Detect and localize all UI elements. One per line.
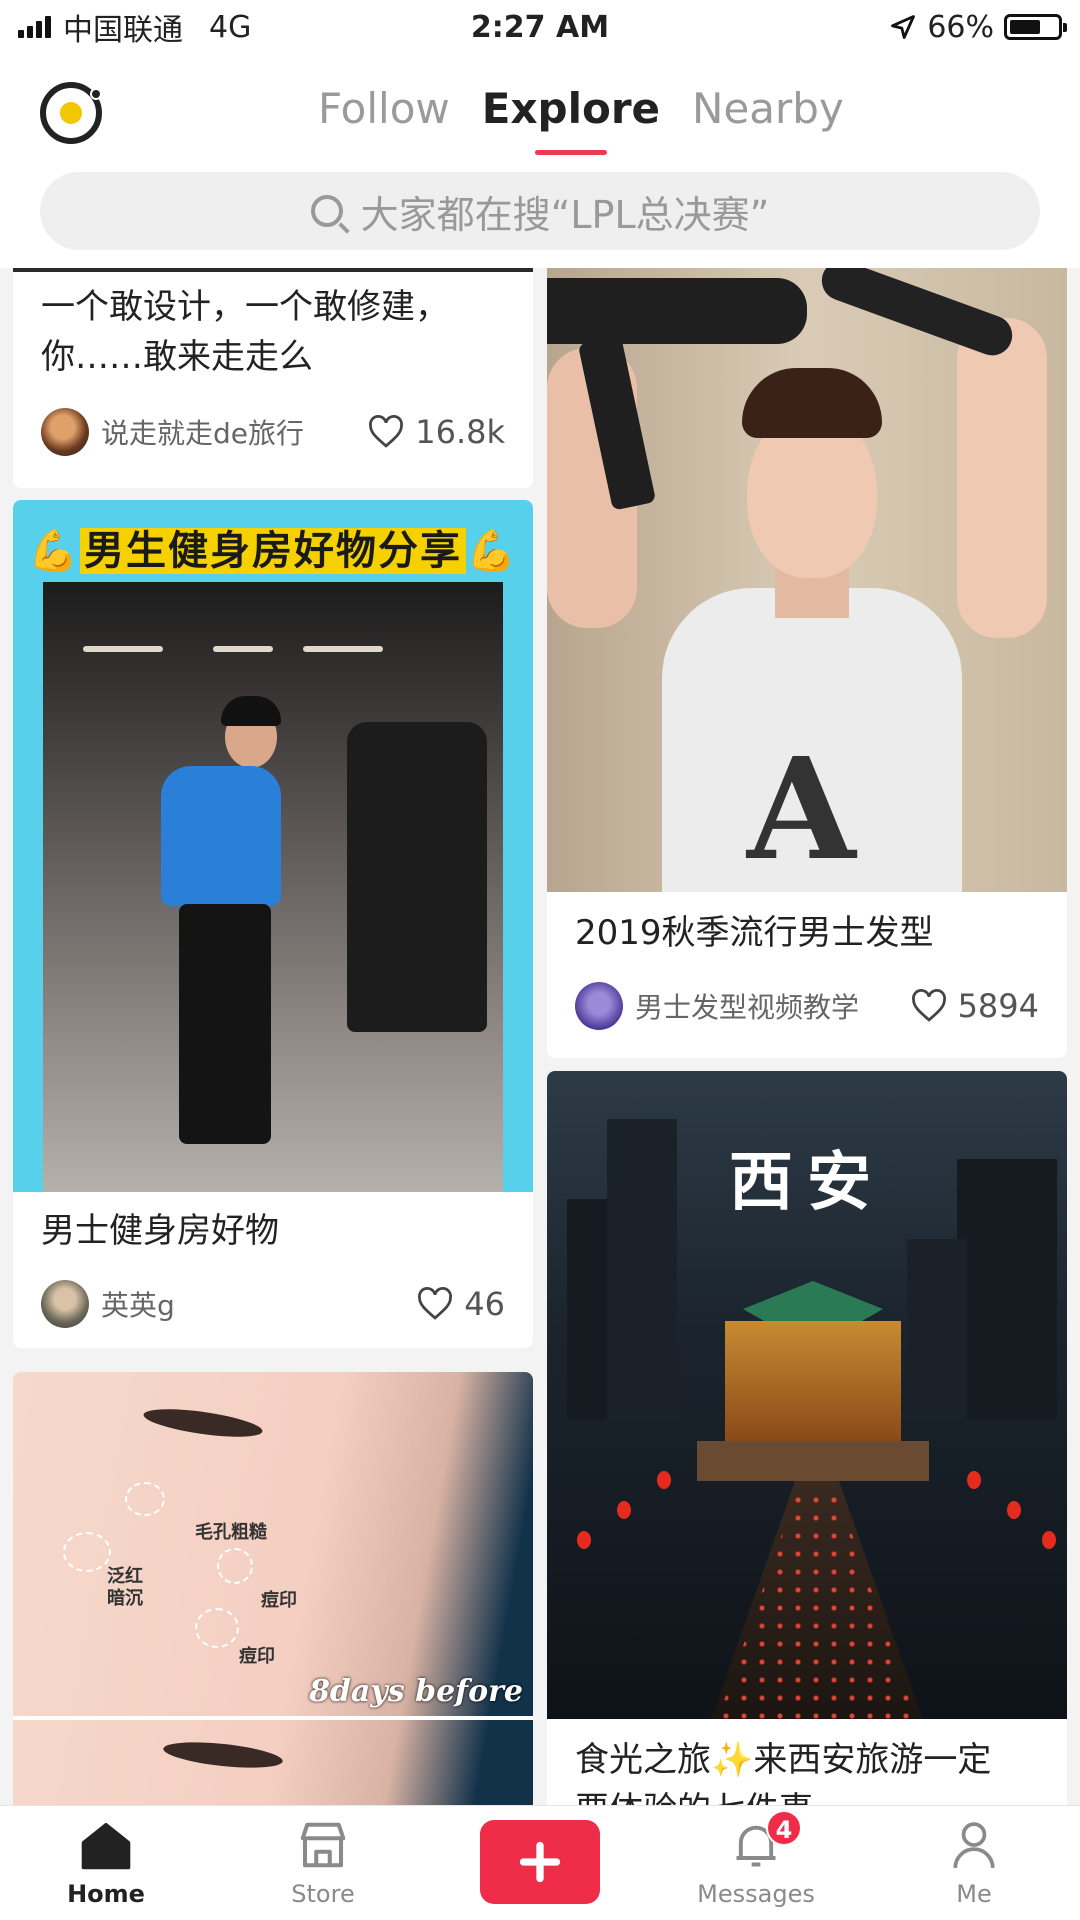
search-input[interactable]: 大家都在搜“LPL总决赛”: [40, 172, 1040, 250]
like-button[interactable]: 16.8k: [367, 413, 505, 451]
like-count: 5894: [957, 987, 1039, 1025]
like-button[interactable]: 5894: [910, 987, 1039, 1025]
nav-messages-label: Messages: [697, 1880, 815, 1908]
image-banner: 💪 男生健身房好物分享 💪: [28, 528, 518, 574]
card-title: 2019秋季流行男士发型: [575, 913, 934, 953]
heart-icon: [911, 989, 946, 1022]
sparkles-icon: ✨: [711, 1740, 754, 1780]
skin-label: 痘印: [261, 1590, 297, 1611]
skin-label: 泛红暗沉: [107, 1566, 143, 1609]
battery-percent: 66%: [927, 9, 994, 45]
card-title: 男士健身房好物: [41, 1211, 279, 1251]
tab-follow[interactable]: Follow: [318, 84, 450, 133]
card-image: A: [547, 268, 1067, 892]
top-header: Follow Explore Nearby: [0, 54, 1080, 164]
status-bar: 中国联通 4G 2:27 AM 66%: [0, 0, 1080, 54]
card-image: 💪 男生健身房好物分享 💪: [13, 500, 533, 1192]
feed-card-hairstyle[interactable]: A 2019秋季流行男士发型 男士发型视频教学 5894: [547, 268, 1067, 1058]
explore-feed: 一个敢设计，一个敢修建，你……敢来走走么 说走就走de旅行 16.8k 💪 男生健…: [0, 268, 1080, 1805]
image-city-text: 西安: [729, 1145, 885, 1220]
signal-icon: [18, 16, 51, 38]
author-name[interactable]: 英英g: [101, 1284, 416, 1324]
post-button[interactable]: [480, 1820, 600, 1904]
avatar[interactable]: [41, 408, 89, 456]
feed-tabs: Follow Explore Nearby: [318, 84, 844, 155]
feed-card-skincare[interactable]: 毛孔粗糙 泛红暗沉 痘印 痘印 8days before: [13, 1372, 533, 1805]
like-button[interactable]: 46: [416, 1285, 505, 1323]
heart-icon: [369, 415, 404, 448]
card-title: 一个敢设计，一个敢修建，你……敢来走走么: [41, 287, 449, 377]
avatar[interactable]: [575, 982, 623, 1030]
card-image: 毛孔粗糙 泛红暗沉 痘印 痘印 8days before: [13, 1372, 533, 1805]
card-meta: 男士发型视频教学 5894: [575, 982, 1039, 1030]
author-name[interactable]: 说走就走de旅行: [101, 412, 367, 452]
carrier-label: 中国联通: [63, 13, 183, 48]
nav-home-label: Home: [67, 1880, 145, 1908]
skin-label: 痘印: [239, 1646, 275, 1667]
bottom-nav: Home Store 4 Messages Me: [0, 1805, 1080, 1920]
avatar[interactable]: [41, 1280, 89, 1328]
nav-messages[interactable]: 4 Messages: [686, 1810, 826, 1908]
search-area: 大家都在搜“LPL总决赛”: [0, 164, 1080, 268]
feed-card-travel[interactable]: 一个敢设计，一个敢修建，你……敢来走走么 说走就走de旅行 16.8k: [13, 268, 533, 488]
location-arrow-icon: [891, 15, 916, 39]
nav-store[interactable]: Store: [253, 1816, 393, 1908]
card-image-edge: [13, 268, 533, 272]
card-title-line2: 要体验的七件事: [575, 1785, 813, 1805]
card-meta: 英英g 46: [41, 1280, 505, 1328]
app-logo-icon[interactable]: [40, 82, 102, 144]
card-title: 食光之旅✨来西安旅游一定: [575, 1740, 992, 1780]
image-caption: 8days before: [309, 1674, 523, 1709]
tab-explore[interactable]: Explore: [482, 84, 660, 155]
nav-home[interactable]: Home: [36, 1816, 176, 1908]
search-placeholder: 大家都在搜“LPL总决赛”: [360, 192, 770, 237]
nav-store-label: Store: [291, 1880, 355, 1908]
battery-icon: [1004, 14, 1067, 40]
feed-card-gym[interactable]: 💪 男生健身房好物分享 💪 男士健身房好物 英英g 46: [13, 500, 533, 1348]
home-icon: [81, 1822, 131, 1870]
tab-nearby[interactable]: Nearby: [692, 84, 844, 133]
like-count: 46: [464, 1285, 505, 1323]
nav-me[interactable]: Me: [904, 1816, 1044, 1908]
author-name[interactable]: 男士发型视频教学: [635, 986, 910, 1026]
shirt-graphic: A: [747, 728, 856, 892]
person-icon: [953, 1822, 995, 1869]
feed-card-xian[interactable]: 西安 食光之旅✨来西安旅游一定 要体验的七件事: [547, 1071, 1067, 1805]
card-meta: 说走就走de旅行 16.8k: [41, 408, 505, 456]
skin-label: 毛孔粗糙: [195, 1522, 267, 1543]
like-count: 16.8k: [415, 413, 505, 451]
card-image: 西安: [547, 1071, 1067, 1719]
plus-icon: [519, 1841, 561, 1883]
heart-icon: [418, 1287, 453, 1320]
nav-me-label: Me: [956, 1880, 992, 1908]
messages-badge: 4: [766, 1810, 802, 1846]
store-icon: [300, 1822, 346, 1868]
search-icon: [310, 195, 343, 227]
network-label: 4G: [209, 9, 252, 45]
